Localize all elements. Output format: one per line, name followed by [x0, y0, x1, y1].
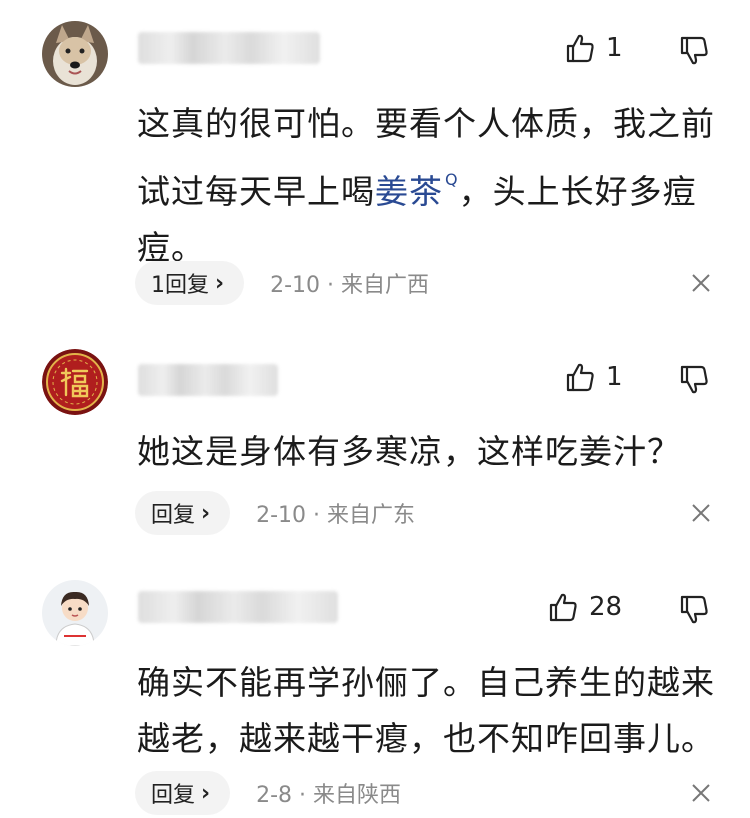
username-blurred [138, 364, 278, 396]
like-button[interactable]: 1 [564, 361, 623, 393]
thumbs-down-icon [680, 36, 708, 65]
thumbs-up-icon [566, 363, 594, 392]
close-icon[interactable] [690, 272, 712, 294]
comment-meta: 2-10 · 来自广东 [256, 503, 416, 528]
like-button[interactable]: 28 [547, 591, 622, 623]
fu-character-avatar-icon [42, 349, 108, 415]
dislike-button[interactable] [678, 594, 710, 626]
reply-button[interactable]: 1回复 › [135, 261, 245, 305]
close-icon[interactable] [690, 502, 712, 524]
search-icon: Q [445, 170, 459, 189]
avatar[interactable] [42, 349, 108, 415]
comment-text: 确实不能再学孙俪了。自己养生的越来越老，越来越干瘪，也不知咋回事儿。 [137, 663, 715, 758]
dog-avatar-icon [42, 21, 108, 87]
comment-location: 来自广西 [341, 273, 430, 298]
username-blurred [138, 32, 320, 64]
thumbs-down-icon [680, 365, 708, 394]
comment-meta: 2-8 · 来自陕西 [256, 783, 402, 808]
dislike-button[interactable] [678, 35, 710, 67]
comment-date: 2-8 [256, 783, 293, 808]
chevron-right-icon: › [215, 270, 225, 296]
thumbs-down-icon [680, 595, 708, 624]
close-icon[interactable] [690, 782, 712, 804]
comment-date: 2-10 [270, 273, 321, 298]
comment-text: 她这是身体有多寒凉，这样吃姜汁？ [137, 432, 681, 471]
search-link[interactable]: 姜茶 Q [375, 170, 459, 211]
like-count: 1 [606, 33, 623, 63]
like-count: 1 [606, 362, 623, 392]
dislike-button[interactable] [678, 364, 710, 396]
thumbs-up-icon [549, 593, 577, 622]
avatar[interactable] [42, 580, 108, 646]
like-count: 28 [589, 592, 623, 622]
like-button[interactable]: 1 [564, 32, 623, 64]
chevron-right-icon: › [201, 500, 211, 526]
comment-location: 来自广东 [327, 503, 416, 528]
reply-label: 1回复 [151, 273, 209, 298]
reply-label: 回复 [151, 503, 196, 528]
chevron-right-icon: › [201, 780, 211, 806]
comment-date: 2-10 [256, 503, 307, 528]
reply-button[interactable]: 回复 › [135, 771, 231, 815]
comment-text: 这真的很可怕。要看个人体质，我之前试过每天早上喝姜茶 Q，头上长好多痘痘。 [137, 104, 715, 267]
reply-label: 回复 [151, 783, 196, 808]
avatar[interactable] [42, 21, 108, 87]
comment-location: 来自陕西 [313, 783, 402, 808]
thumbs-up-icon [566, 34, 594, 63]
username-blurred [138, 591, 338, 623]
cartoon-boy-avatar-icon [42, 580, 108, 646]
reply-button[interactable]: 回复 › [135, 491, 231, 535]
comment-meta: 2-10 · 来自广西 [270, 273, 430, 298]
